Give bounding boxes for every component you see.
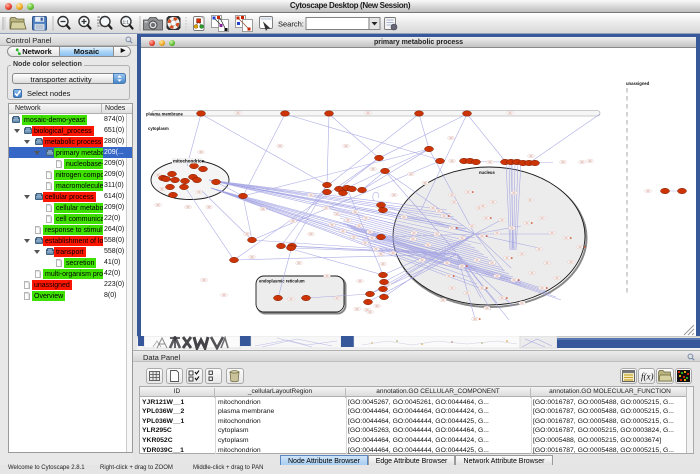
svg-text:plasma membrane: plasma membrane bbox=[146, 112, 183, 117]
svg-text:1:1: 1:1 bbox=[123, 19, 130, 24]
svg-text:unassigned: unassigned bbox=[626, 81, 650, 86]
svg-text:cytoplasm: cytoplasm bbox=[148, 126, 169, 131]
svg-text:f(x): f(x) bbox=[641, 372, 654, 382]
svg-text:Search:: Search: bbox=[278, 20, 304, 29]
svg-text:nucleus: nucleus bbox=[479, 170, 495, 175]
svg-text:mitochondrion: mitochondrion bbox=[173, 159, 205, 164]
